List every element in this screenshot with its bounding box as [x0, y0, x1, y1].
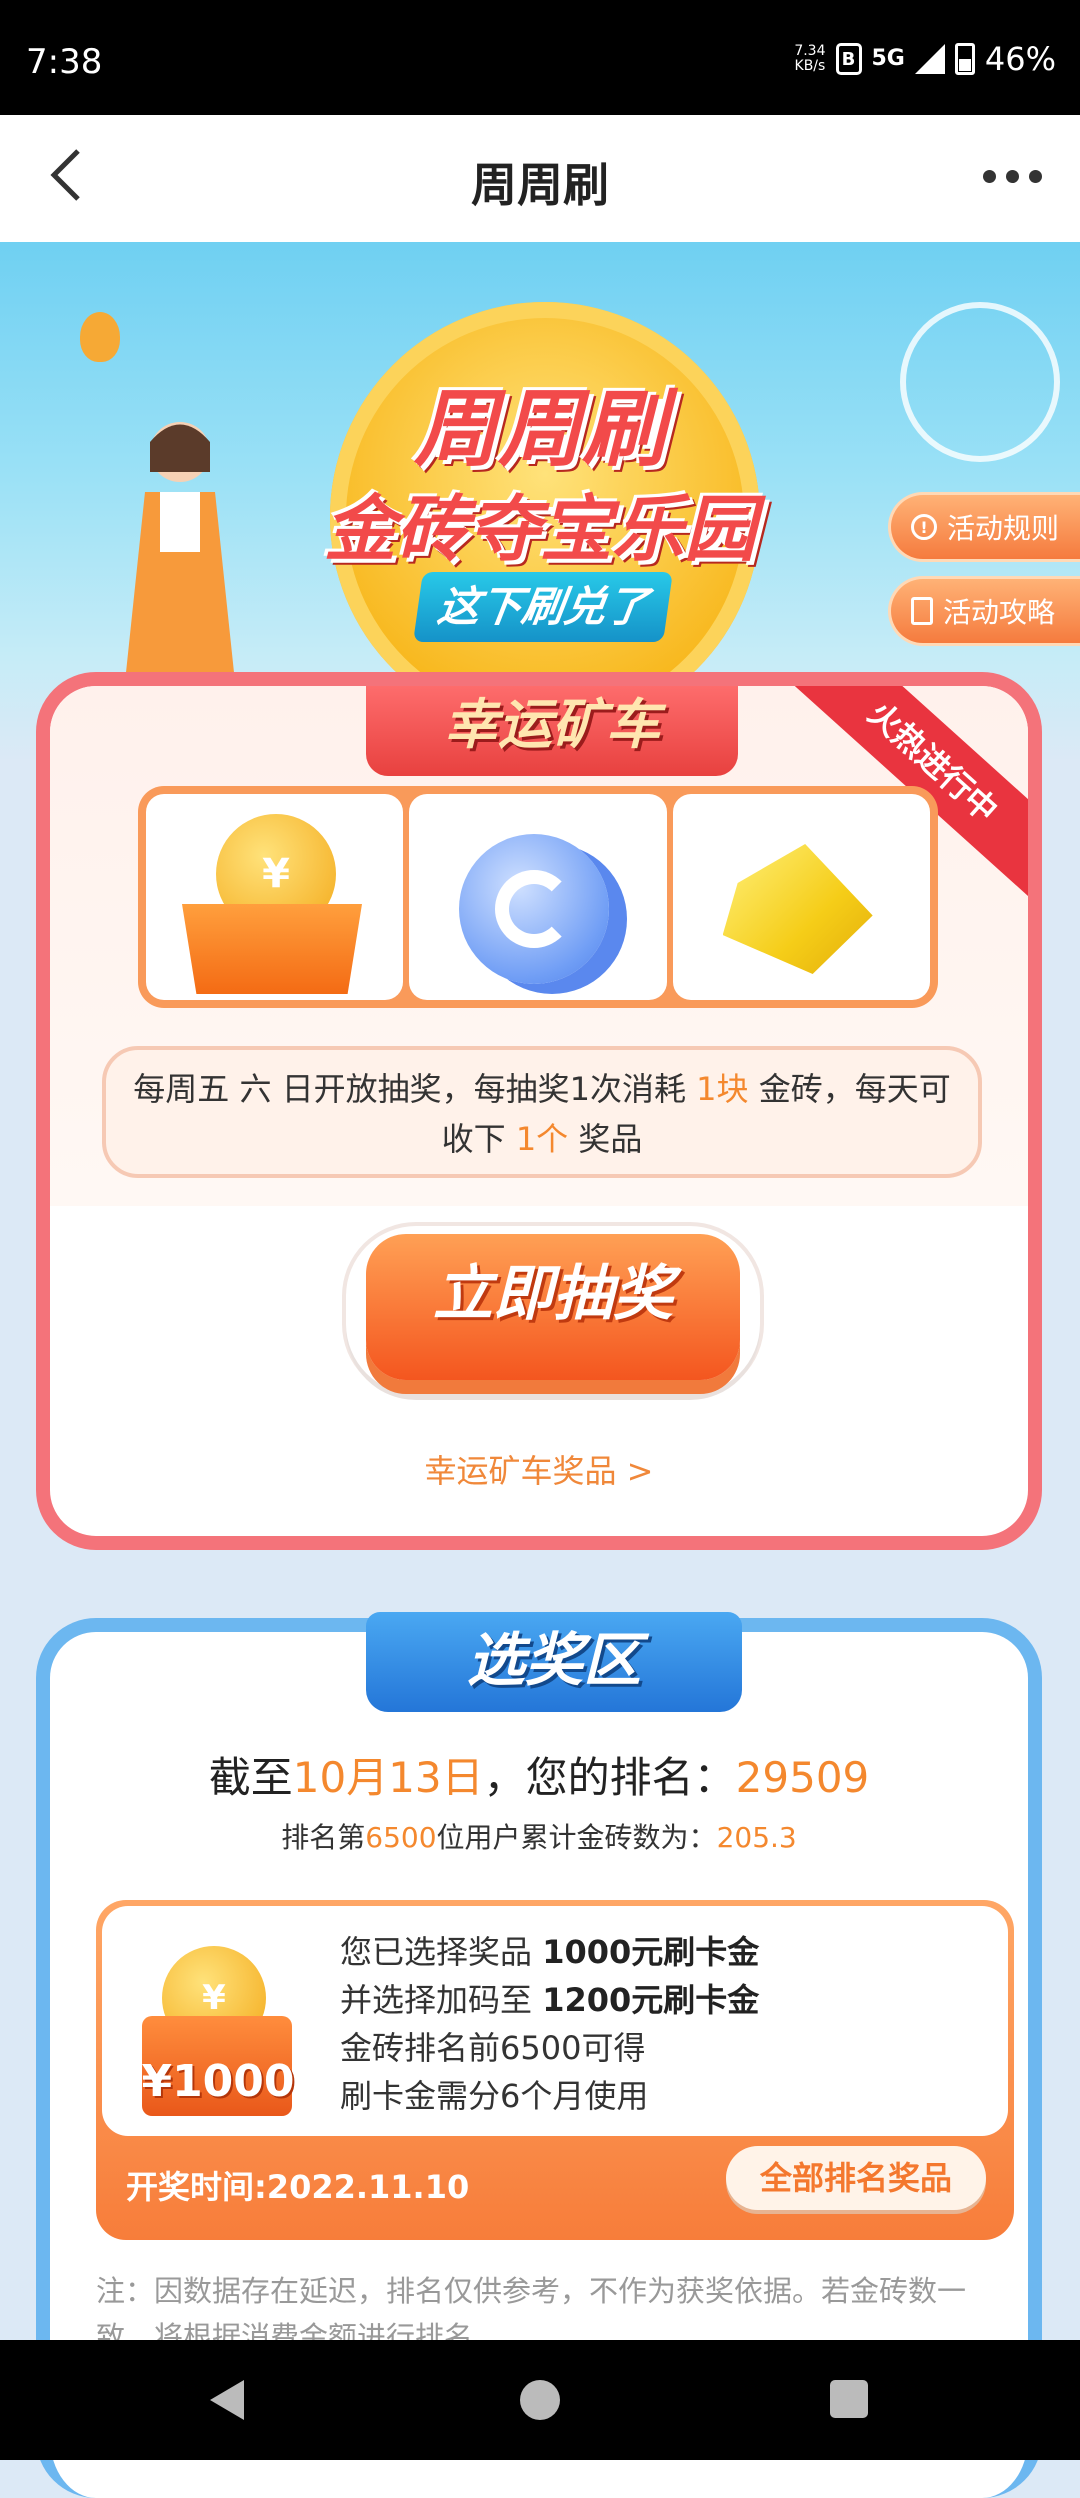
reward-description: 您已选择奖品 1000元刷卡金 并选择加码至 1200元刷卡金 金砖排名前650… [340, 1933, 760, 2115]
selected-reward-panel: ¥ ¥1000 您已选择奖品 1000元刷卡金 并选择加码至 1200元刷卡金 … [96, 1900, 1014, 2240]
ranking-summary: 截至10月13日，您的排名：29509 [208, 1753, 870, 1802]
hero-slogan: 这下刷兑了 [413, 572, 673, 642]
system-nav-bar [0, 2340, 1080, 2460]
draw-time: 开奖时间:2022.11.10 [126, 2168, 470, 2206]
status-icons: 7.34 KB/s B 5G 46% [794, 40, 1056, 78]
nav-home-icon[interactable] [520, 2380, 560, 2420]
activity-rules-label: 活动规则 [947, 512, 1060, 545]
selected-reward-details: ¥ ¥1000 您已选择奖品 1000元刷卡金 并选择加码至 1200元刷卡金 … [102, 1906, 1008, 2136]
bluetooth-icon: B [835, 43, 862, 75]
top-nav-bar: 周周刷 [0, 115, 1080, 242]
prize-slot[interactable] [409, 794, 667, 1000]
blue-coin-stack-icon [459, 834, 610, 984]
battery-percent: 46% [984, 40, 1056, 78]
reward-amount: ¥1000 [141, 2056, 295, 2107]
battery-icon [954, 43, 975, 75]
status-time: 7:38 [26, 42, 103, 82]
more-menu-icon[interactable] [983, 170, 1042, 183]
gift-box-icon [182, 904, 362, 994]
document-icon [911, 597, 933, 625]
ranking-threshold: 排名第6500位用户累计金砖数为：205.3 [281, 1821, 797, 1854]
lucky-cart-prizes-link[interactable]: 幸运矿车奖品 > [50, 1446, 1028, 1492]
hero-title-line1: 周周刷 [413, 380, 666, 478]
nav-back-icon[interactable] [210, 2380, 244, 2420]
signal-icon [914, 44, 945, 74]
page-title: 周周刷 [471, 158, 609, 212]
nav-recents-icon[interactable] [830, 2380, 868, 2418]
hot-air-balloon-icon [80, 312, 120, 362]
gold-bar-icon [722, 844, 873, 974]
lucky-cart-title: 幸运矿车 [366, 686, 738, 776]
prize-showcase: ¥ [138, 786, 938, 1008]
network-speed: 7.34 KB/s [794, 43, 826, 74]
all-ranking-prizes-button[interactable]: 全部排名奖品 [726, 2146, 986, 2210]
draw-now-button[interactable]: 立即抽奖 [366, 1234, 740, 1380]
activity-guide-button[interactable]: 活动攻略 [888, 576, 1080, 646]
lucky-cart-card: 幸运矿车 火热进行中 ¥ 每周五 六 日开放抽奖，每抽奖1次消耗 1块 金砖，每… [36, 672, 1042, 1550]
activity-guide-label: 活动攻略 [943, 596, 1056, 629]
info-icon: ! [911, 514, 937, 540]
5g-icon: 5G [871, 46, 905, 71]
status-bar: 7:38 7.34 KB/s B 5G 46% [0, 0, 1080, 115]
lottery-description: 每周五 六 日开放抽奖，每抽奖1次消耗 1块 金砖，每天可收下 1个 奖品 [102, 1046, 982, 1178]
prize-slot[interactable]: ¥ [146, 794, 404, 1000]
prize-slot[interactable] [672, 794, 930, 1000]
activity-rules-button[interactable]: ! 活动规则 [888, 492, 1080, 562]
prize-selection-title: 选奖区 [366, 1612, 742, 1712]
